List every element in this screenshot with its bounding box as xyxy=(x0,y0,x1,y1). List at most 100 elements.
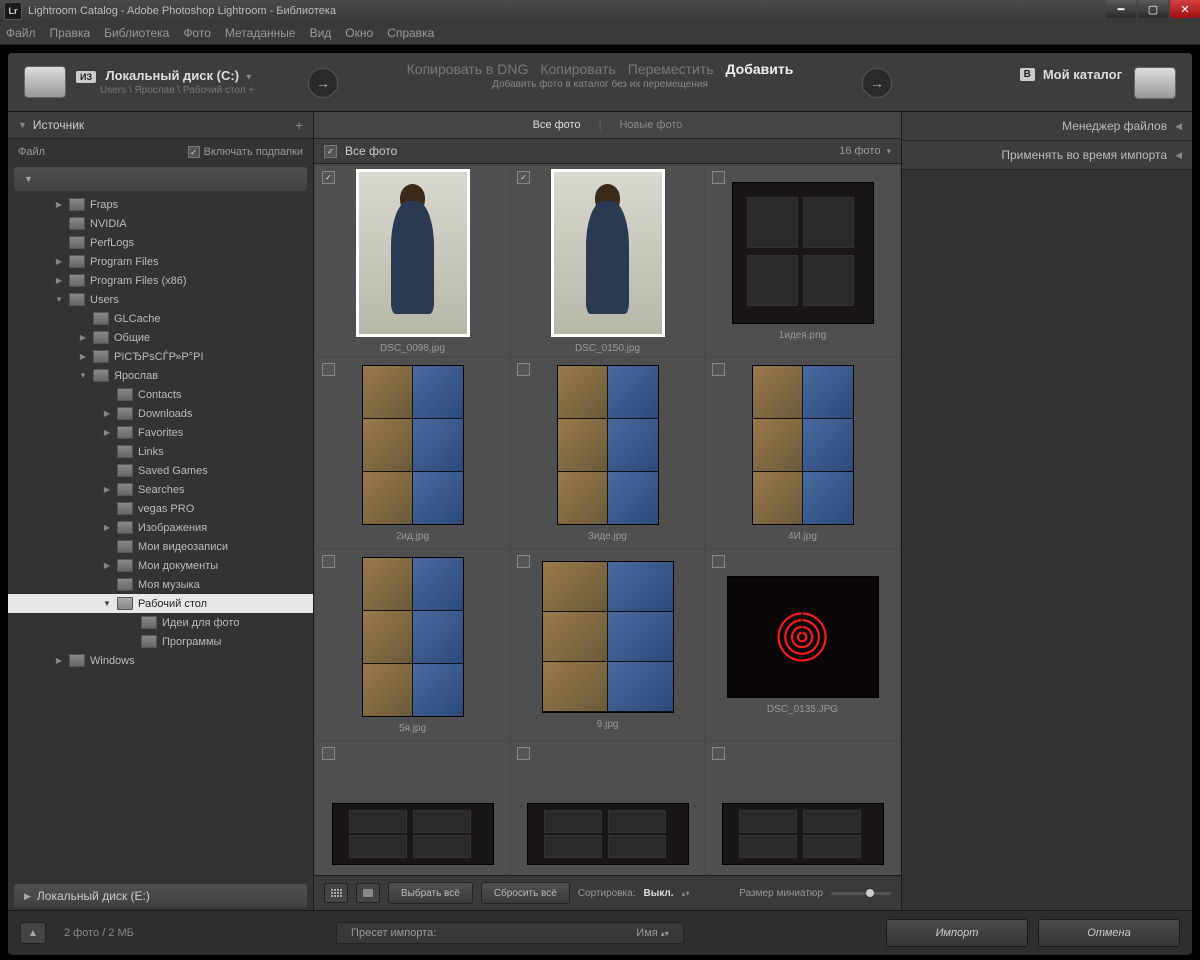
photo-checkbox[interactable] xyxy=(322,747,335,760)
action-move[interactable]: Переместить xyxy=(628,61,714,77)
photo-checkbox[interactable] xyxy=(322,555,335,568)
expand-icon[interactable]: ▶ xyxy=(54,276,64,285)
menu-Справка[interactable]: Справка xyxy=(387,26,434,40)
thumbnail-image[interactable] xyxy=(362,365,464,525)
window-maximize-button[interactable]: ▢ xyxy=(1138,0,1168,18)
chevron-updown-icon[interactable]: ▴▾ xyxy=(682,889,690,898)
folder-Мои документы[interactable]: ▶Мои документы xyxy=(8,556,313,575)
thumbnail-image[interactable] xyxy=(551,169,665,337)
photo-checkbox[interactable] xyxy=(517,363,530,376)
photo-checkbox[interactable]: ✓ xyxy=(322,171,335,184)
expand-icon[interactable]: ▼ xyxy=(78,371,88,380)
thumbnail-cell[interactable]: 9.jpg xyxy=(511,550,704,740)
chevron-down-icon[interactable]: ▾ xyxy=(246,72,251,83)
import-button[interactable]: Импорт xyxy=(886,919,1028,947)
source-panel-header[interactable]: ▼ Источник + xyxy=(8,112,313,139)
expand-icon[interactable]: ▶ xyxy=(102,485,112,494)
sort-value[interactable]: Выкл. xyxy=(644,888,674,899)
add-source-button[interactable]: + xyxy=(295,117,303,133)
thumbnail-image[interactable] xyxy=(362,557,464,717)
select-all-checkbox[interactable]: ✓ xyxy=(324,145,337,158)
photo-checkbox[interactable] xyxy=(517,747,530,760)
folder-Мои видеозаписи[interactable]: Мои видеозаписи xyxy=(8,537,313,556)
thumbnail-image[interactable] xyxy=(542,561,674,713)
expand-icon[interactable]: ▼ xyxy=(54,295,64,304)
thumbnail-cell[interactable]: 2ид.jpg xyxy=(316,358,509,548)
photo-checkbox[interactable] xyxy=(322,363,335,376)
folder-Общие[interactable]: ▶Общие xyxy=(8,328,313,347)
thumbnail-cell[interactable] xyxy=(511,742,704,875)
action-copy-dng[interactable]: Копировать в DNG xyxy=(407,61,529,77)
folder-Program Files (x86)[interactable]: ▶Program Files (x86) xyxy=(8,271,313,290)
thumbnail-cell[interactable]: 4И.jpg xyxy=(706,358,899,548)
cancel-button[interactable]: Отмена xyxy=(1038,919,1180,947)
menu-Вид[interactable]: Вид xyxy=(310,26,332,40)
action-add[interactable]: Добавить xyxy=(726,61,794,77)
thumbnail-image[interactable] xyxy=(732,182,874,324)
folder-Рабочий стол[interactable]: ▼Рабочий стол xyxy=(8,594,313,613)
folder-NVIDIA[interactable]: NVIDIA xyxy=(8,214,313,233)
folder-Links[interactable]: Links xyxy=(8,442,313,461)
tab-all-photos[interactable]: Все фото xyxy=(533,119,581,131)
thumb-size-slider[interactable] xyxy=(831,892,891,895)
folder-Program Files[interactable]: ▶Program Files xyxy=(8,252,313,271)
expand-button[interactable]: ▲ xyxy=(20,922,46,944)
grid-view-button[interactable] xyxy=(324,883,348,903)
expand-icon[interactable]: ▶ xyxy=(102,409,112,418)
expand-icon[interactable]: ▶ xyxy=(102,561,112,570)
photo-checkbox[interactable] xyxy=(517,555,530,568)
folder-РїСЂРѕСЃР»Р°РІ[interactable]: ▶РїСЂРѕСЃР»Р°РІ xyxy=(8,347,313,366)
apply-during-import-panel[interactable]: Применять во время импорта ◀ xyxy=(902,141,1192,170)
folder-Searches[interactable]: ▶Searches xyxy=(8,480,313,499)
expand-icon[interactable]: ▶ xyxy=(54,656,64,665)
thumbnail-image[interactable] xyxy=(356,169,470,337)
expand-icon[interactable]: ▶ xyxy=(102,523,112,532)
drive-c-header[interactable]: ▼ xyxy=(14,167,307,191)
folder-GLCache[interactable]: GLCache xyxy=(8,309,313,328)
folder-Моя музыка[interactable]: Моя музыка xyxy=(8,575,313,594)
thumbnail-cell[interactable]: ✓DSC_0098.jpg xyxy=(316,166,509,356)
expand-icon[interactable]: ▶ xyxy=(78,333,88,342)
folder-Favorites[interactable]: ▶Favorites xyxy=(8,423,313,442)
photo-checkbox[interactable]: ✓ xyxy=(517,171,530,184)
folder-vegas PRO[interactable]: vegas PRO xyxy=(8,499,313,518)
thumbnail-image[interactable] xyxy=(557,365,659,525)
file-manager-panel[interactable]: Менеджер файлов ◀ xyxy=(902,112,1192,141)
deselect-all-button[interactable]: Сбросить всё xyxy=(481,882,570,904)
menu-Файл[interactable]: Файл xyxy=(6,26,36,40)
thumbnail-image[interactable] xyxy=(527,803,689,865)
thumbnail-cell[interactable]: 1идея.png xyxy=(706,166,899,356)
folder-Fraps[interactable]: ▶Fraps xyxy=(8,195,313,214)
include-subfolders-checkbox[interactable]: ✓ Включать подпапки xyxy=(188,146,303,158)
folder-PerfLogs[interactable]: PerfLogs xyxy=(8,233,313,252)
photo-checkbox[interactable] xyxy=(712,555,725,568)
drive-e-header[interactable]: ▶ Локальный диск (E:) xyxy=(14,884,307,908)
menu-Метаданные[interactable]: Метаданные xyxy=(225,26,296,40)
thumbnail-image[interactable] xyxy=(332,803,494,865)
thumbnail-cell[interactable]: 3иде.jpg xyxy=(511,358,704,548)
source-drive-label[interactable]: Локальный диск (C:) xyxy=(105,68,239,83)
thumbnail-image[interactable] xyxy=(727,576,879,698)
loupe-view-button[interactable] xyxy=(356,883,380,903)
expand-icon[interactable]: ▶ xyxy=(54,257,64,266)
folder-Изображения[interactable]: ▶Изображения xyxy=(8,518,313,537)
folder-Downloads[interactable]: ▶Downloads xyxy=(8,404,313,423)
select-all-button[interactable]: Выбрать всё xyxy=(388,882,473,904)
menu-Окно[interactable]: Окно xyxy=(345,26,373,40)
folder-Users[interactable]: ▼Users xyxy=(8,290,313,309)
menu-Фото[interactable]: Фото xyxy=(183,26,211,40)
folder-Windows[interactable]: ▶Windows xyxy=(8,651,313,670)
photo-checkbox[interactable] xyxy=(712,747,725,760)
menu-Библиотека[interactable]: Библиотека xyxy=(104,26,169,40)
thumbnail-cell[interactable] xyxy=(706,742,899,875)
folder-Contacts[interactable]: Contacts xyxy=(8,385,313,404)
menu-Правка[interactable]: Правка xyxy=(50,26,91,40)
folder-Ярослав[interactable]: ▼Ярослав xyxy=(8,366,313,385)
photo-checkbox[interactable] xyxy=(712,171,725,184)
folder-Программы[interactable]: Программы xyxy=(8,632,313,651)
import-preset[interactable]: Пресет импорта: Имя ▴▾ xyxy=(336,922,684,944)
thumbnail-cell[interactable]: ✓DSC_0150.jpg xyxy=(511,166,704,356)
thumbnail-image[interactable] xyxy=(722,803,884,865)
expand-icon[interactable]: ▼ xyxy=(102,599,112,608)
window-close-button[interactable]: ✕ xyxy=(1170,0,1200,18)
